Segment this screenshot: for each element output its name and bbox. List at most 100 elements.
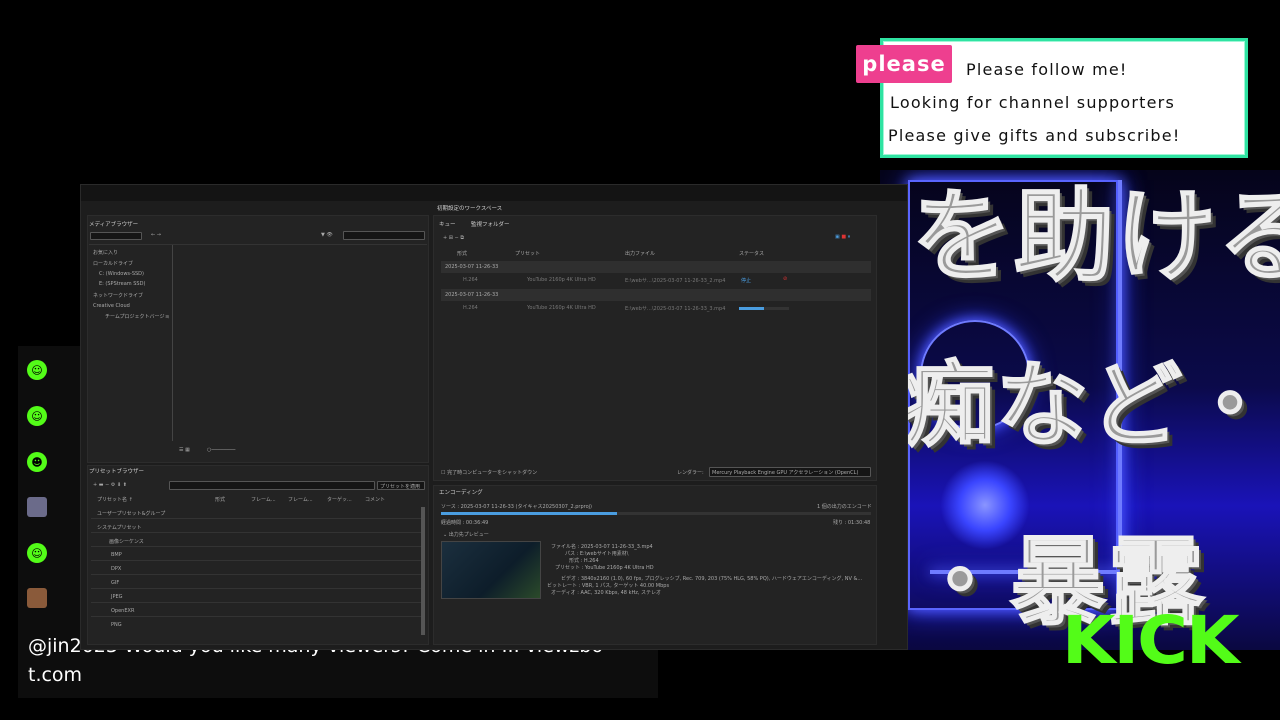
renderer-value: Mercury Playback Engine GPU アクセラレーション (O… — [712, 470, 859, 476]
preset-row[interactable]: ユーザープリセット&グループ — [97, 510, 165, 517]
col-header[interactable]: コメント — [365, 496, 385, 503]
media-encoder-window: 初期設定のワークスペース メディアブラウザー ← → ▼ 👁 お気に入り ローカ… — [80, 184, 908, 650]
divider — [91, 588, 421, 589]
preset-row[interactable]: システムプリセット — [97, 524, 142, 531]
encode-controls[interactable]: ▣ ■ ⏸ — [835, 234, 850, 240]
queue-toolbar-icons[interactable]: + ⊞ − ⧉ — [443, 235, 464, 241]
avatar — [27, 497, 47, 517]
tree-item[interactable]: C: (Windows-SSD) — [99, 271, 144, 277]
encoding-count: 1 個の出力のエンコード — [817, 504, 872, 510]
preset-row[interactable]: BMP — [111, 552, 122, 558]
col-status[interactable]: ステータス — [739, 250, 764, 257]
detail-audio: オーディオ : AAC, 320 Kbps, 48 kHz, ステレオ — [551, 590, 662, 596]
col-header[interactable]: フレーム... — [251, 496, 276, 503]
divider — [91, 574, 421, 575]
remaining-time: 残り : 01:30:48 — [833, 520, 871, 526]
divider — [91, 616, 421, 617]
queue-format[interactable]: H.264 — [463, 305, 478, 311]
media-tree: お気に入り ローカルドライブ C: (Windows-SSD) E: (SPSt… — [89, 245, 173, 441]
preset-row[interactable]: 画像シーケンス — [109, 538, 144, 545]
window-titlebar — [81, 185, 907, 201]
preset-row[interactable]: GIF — [111, 580, 119, 586]
preset-browser-panel — [87, 465, 429, 645]
preview-thumbnail — [441, 541, 541, 599]
shutdown-label: 完了時コンピューターをシャットダウン — [447, 470, 538, 476]
divider — [91, 532, 421, 533]
tree-item[interactable]: ローカルドライブ — [93, 260, 133, 267]
detail-bitrate: ビットレート : VBR, 1 パス, ターゲット 40.00 Mbps — [547, 583, 670, 589]
kick-user-icon: ☺ — [27, 360, 47, 380]
queue-output[interactable]: E:\webサ…\2025-03-07 11-26-33_3.mp4 — [625, 305, 725, 312]
divider — [91, 518, 421, 519]
apply-preset-button[interactable]: プリセットを適用 — [377, 481, 425, 490]
please-badge: please — [856, 45, 952, 83]
jp-headline-1: を助ける — [911, 178, 1280, 295]
follow-line-2: Looking for channel supporters — [890, 93, 1175, 112]
preset-row[interactable]: JPEG — [111, 594, 123, 600]
divider — [91, 602, 421, 603]
queue-group-name: 2025-03-07 11-26-33 — [445, 264, 499, 270]
tree-item[interactable]: チームプロジェクトバージョ — [105, 313, 169, 320]
detail-filename: ファイル名 : 2025-03-07 11-26-33_3.mp4 — [551, 544, 653, 550]
queue-group-1[interactable] — [441, 261, 871, 273]
queue-output[interactable]: E:\webサ…\2025-03-07 11-26-33_2.mp4 — [625, 277, 725, 284]
zoom-slider[interactable]: ○──────── — [207, 447, 235, 453]
col-header[interactable]: プリセット名 ↑ — [97, 496, 133, 503]
col-header[interactable]: ターゲッ... — [327, 496, 352, 503]
filter-icon[interactable]: ▼ 👁 — [321, 232, 333, 238]
preset-browser-title: プリセットブラウザー — [89, 469, 145, 475]
media-search-input[interactable] — [343, 231, 425, 240]
tab-queue[interactable]: キュー — [439, 220, 456, 228]
preset-row[interactable]: OpenEXR — [111, 608, 134, 614]
scrollbar[interactable] — [421, 507, 425, 635]
col-header[interactable]: フレーム... — [288, 496, 313, 503]
media-browser-title: メディアブラウザー — [89, 222, 139, 228]
col-preset[interactable]: プリセット — [515, 250, 540, 257]
tree-item[interactable]: お気に入り — [93, 249, 118, 256]
queue-progress-fill — [739, 307, 764, 310]
output-preview-toggle[interactable]: ⌄ 出力先プレビュー — [443, 531, 489, 538]
view-toggle-icon[interactable]: ☰ ▦ — [179, 447, 190, 453]
preset-row[interactable]: DPX — [111, 566, 121, 572]
kick-user-icon: ☺ — [27, 543, 47, 563]
divider — [91, 546, 421, 547]
queue-format[interactable]: H.264 — [463, 277, 478, 283]
tree-item[interactable]: ネットワークドライブ — [93, 292, 143, 299]
col-format[interactable]: 形式 — [457, 250, 467, 257]
chat-message-line-2: t.com — [28, 664, 83, 686]
queue-group-2[interactable] — [441, 289, 871, 301]
preset-row[interactable]: PNG — [111, 622, 122, 628]
queue-progress-track — [739, 307, 789, 310]
encoding-title: エンコーディング — [439, 490, 483, 496]
tab-watch-folders[interactable]: 監視フォルダー — [471, 220, 510, 228]
tree-item[interactable]: E: (SPStream SSD) — [99, 281, 145, 287]
queue-preset[interactable]: YouTube 2160p 4K Ultra HD — [527, 277, 596, 283]
apply-preset-label: プリセットを適用 — [380, 484, 421, 490]
col-output[interactable]: 出力ファイル — [625, 250, 655, 257]
detail-path: パス : E:\webサイト用素材\ — [565, 551, 629, 557]
kick-user-icon: ☺ — [27, 406, 47, 426]
divider — [91, 560, 421, 561]
workspace-title[interactable]: 初期設定のワークスペース — [437, 204, 502, 212]
renderer-label: レンダラー: — [677, 470, 704, 476]
kick-user-icon: ☻ — [27, 452, 47, 472]
avatar — [27, 588, 47, 608]
shutdown-checkbox[interactable]: ☐ 完了時コンピューターをシャットダウン — [441, 469, 537, 476]
queue-preset[interactable]: YouTube 2160p 4K Ultra HD — [527, 305, 596, 311]
encoding-progress-fill — [441, 512, 618, 515]
col-header[interactable]: 形式 — [215, 496, 225, 503]
preset-search-input[interactable] — [169, 481, 375, 490]
detail-format: 形式 : H.264 — [569, 558, 599, 564]
nav-arrows-icon[interactable]: ← → — [151, 232, 161, 238]
preset-toolbar-icons[interactable]: + ▬ − ⚙ ⬇ ⬆ — [93, 482, 127, 488]
renderer-select[interactable]: Mercury Playback Engine GPU アクセラレーション (O… — [709, 467, 871, 477]
error-icon: ⊘ — [783, 276, 788, 282]
elapsed-time: 経過時間 : 00:36:49 — [441, 520, 489, 526]
output-preview-label: 出力先プレビュー — [448, 532, 489, 538]
drive-select[interactable] — [90, 232, 142, 240]
kick-logo: KICK — [1061, 602, 1240, 679]
tree-item[interactable]: Creative Cloud — [93, 303, 130, 309]
queue-status: 停止 — [741, 278, 752, 284]
jp-headline-2: 痴など・・・ — [901, 352, 1280, 459]
detail-video: ビデオ : 3840x2160 (1.0), 60 fps, プログレッシブ, … — [561, 576, 863, 582]
